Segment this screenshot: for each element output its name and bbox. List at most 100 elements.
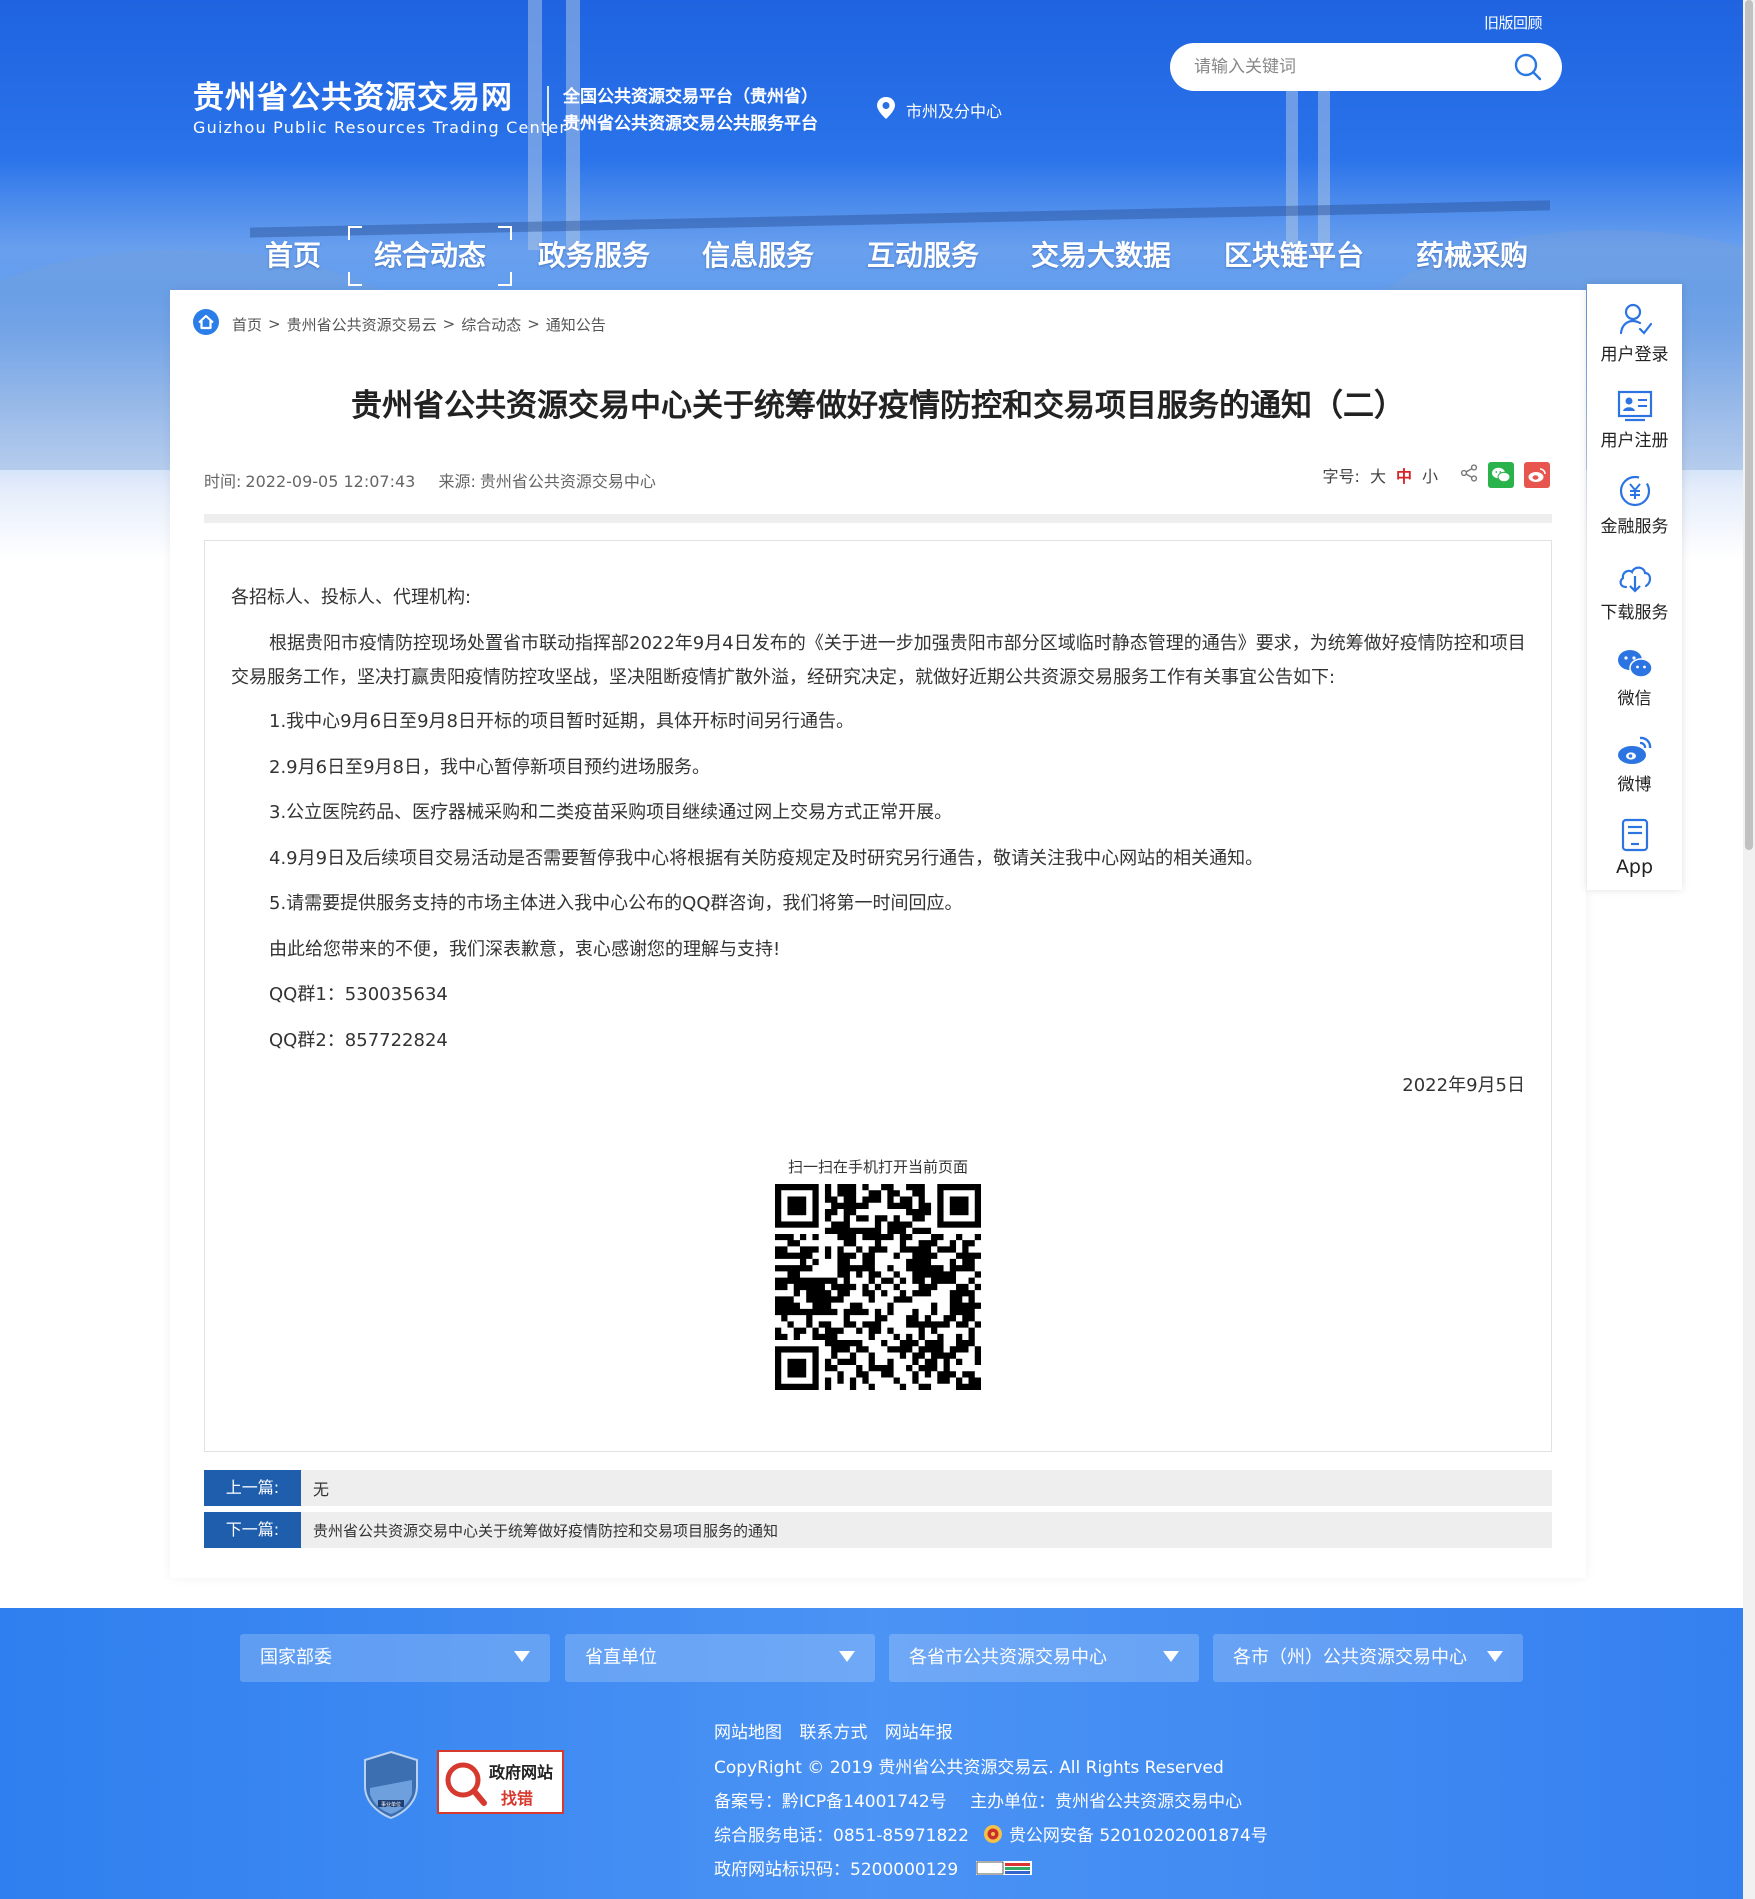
float-finance[interactable]: 金融服务 [1587,460,1682,546]
notice-item-1: 1.我中心9月6日至9月8日开标的项目暂时延期，具体开标时间另行通告。 [269,711,854,732]
prev-article-link[interactable]: 无 [313,1476,329,1500]
logo-divider [547,86,549,136]
wechat-icon [1587,642,1682,680]
dropdown-national-ministries[interactable]: 国家部委 [240,1634,550,1682]
float-app[interactable]: App [1587,804,1682,890]
footer-links: 网站地图 联系方式 网站年报 [714,1718,965,1743]
search-icon[interactable] [1508,47,1548,87]
footer-link-annual-report[interactable]: 网站年报 [885,1723,953,1743]
article-title: 贵州省公共资源交易中心关于统筹做好疫情防控和交易项目服务的通知（二） [351,388,1405,424]
wechat-share-icon[interactable] [1488,462,1514,488]
nav-big-data[interactable]: 交易大数据 [1031,230,1171,282]
share-icon[interactable] [1460,464,1478,486]
font-medium-button[interactable]: 中 [1396,463,1412,487]
next-article: 下一篇: 贵州省公共资源交易中心关于统筹做好疫情防控和交易项目服务的通知 [204,1512,1552,1548]
dropdown-arrow-icon [1487,1651,1503,1662]
phone-police-line: 综合服务电话：0851-85971822 贵公网安备 5201020200187… [714,1821,1268,1846]
breadcrumb-notices[interactable]: 通知公告 [546,314,606,335]
nav-blockchain[interactable]: 区块链平台 [1224,230,1364,282]
svg-text:事业单位: 事业单位 [381,1801,401,1808]
source-label: 来源: [438,472,476,491]
main-nav: 首页 综合动态 政务服务 信息服务 互动服务 交易大数据 区块链平台 药械采购 [0,226,1755,286]
font-size-tools: 字号: 大 中 小 [1323,462,1550,488]
footer: 国家部委 省直单位 各省市公共资源交易中心 各市（州）公共资源交易中心 事业单位… [0,1608,1755,1899]
platform-names: 全国公共资源交易平台（贵州省） 贵州省公共资源交易公共服务平台 [563,87,818,134]
font-large-button[interactable]: 大 [1370,463,1386,487]
float-wechat[interactable]: 微信 [1587,632,1682,718]
police-badge-icon [983,1824,1003,1844]
breadcrumb-cloud[interactable]: 贵州省公共资源交易云 [287,314,437,335]
scrollbar-thumb[interactable] [1745,0,1753,850]
gov-site-id: 政府网站标识码：5200000129 [714,1860,959,1880]
float-download[interactable]: 下载服务 [1587,546,1682,632]
time-label: 时间: [204,472,242,491]
float-weibo[interactable]: 微博 [1587,718,1682,804]
main-paragraph: 根据贵阳市疫情防控现场处置省市联动指挥部2022年9月4日发布的《关于进一步加强… [231,633,1526,688]
cnzz-stat-icon[interactable] [976,1860,1033,1876]
app-icon [1587,814,1682,852]
search-box [1170,43,1562,91]
breadcrumb-news[interactable]: 综合动态 [461,314,521,335]
salutation: 各招标人、投标人、代理机构: [231,587,472,608]
institution-badge[interactable]: 事业单位 [362,1750,420,1824]
nav-interactive[interactable]: 互动服务 [867,230,979,282]
home-icon[interactable] [192,308,220,340]
old-version-link[interactable]: 旧版回顾 [1484,12,1543,33]
notice-item-4: 4.9月9日及后续项目交易活动是否需要暂停我中心将根据有关防疫规定及时研究另行通… [269,847,1264,869]
qq-group-1: QQ群1：530035634 [269,984,448,1005]
nav-info-services[interactable]: 信息服务 [702,230,814,282]
qq-group-2: QQ群2：857722824 [269,1029,448,1051]
download-cloud-icon [1587,556,1682,594]
dropdown-provincial-units[interactable]: 省直单位 [565,1634,875,1682]
breadcrumb-home[interactable]: 首页 [232,314,262,335]
icp-host-line: 备案号：黔ICP备14001742号 主办单位：贵州省公共资源交易中心 [714,1787,1242,1812]
nav-home[interactable]: 首页 [265,230,321,282]
service-phone: 综合服务电话：0851-85971822 [714,1826,969,1846]
city-center-link[interactable]: 市州及分中心 [876,96,1002,124]
finance-icon [1587,470,1682,508]
nav-gov-services[interactable]: 政务服务 [538,230,650,282]
float-user-login[interactable]: 用户登录 [1587,288,1682,374]
floating-service-bar: 用户登录 用户注册 金融服务 下载服务 微信 微博 App [1587,284,1682,890]
copyright: CopyRight © 2019 贵州省公共资源交易云. All Rights … [714,1758,1224,1778]
gov-site-error-report-badge[interactable]: 政府网站 找错 [437,1750,564,1814]
font-size-label: 字号: [1322,467,1360,486]
article-body: 各招标人、投标人、代理机构: 根据贵阳市疫情防控现场处置省市联动指挥部2022年… [204,540,1552,1452]
user-login-icon [1587,298,1682,336]
notice-item-3: 3.公立医院药品、医疗器械采购和二类疫苗采购项目继续通过网上交易方式正常开展。 [269,802,953,823]
nav-news[interactable]: 综合动态 [347,226,513,286]
footer-link-sitemap[interactable]: 网站地图 [714,1723,782,1743]
nav-medical-procurement[interactable]: 药械采购 [1416,230,1528,282]
user-register-icon [1587,384,1682,422]
next-article-link[interactable]: 贵州省公共资源交易中心关于统筹做好疫情防控和交易项目服务的通知 [313,1520,778,1541]
dropdown-city-centers[interactable]: 各市（州）公共资源交易中心 [1213,1634,1523,1682]
logo-subtitle: Guizhou Public Resources Trading Center [193,118,568,137]
font-small-button[interactable]: 小 [1422,463,1438,487]
article-source: 贵州省公共资源交易中心 [479,472,656,491]
qr-label: 扫一扫在手机打开当前页面 [787,1158,968,1176]
article-date: 2022年9月5日 [1402,1075,1525,1096]
dropdown-provincial-centers[interactable]: 各省市公共资源交易中心 [889,1634,1199,1682]
logo-title: 贵州省公共资源交易网 [193,80,513,116]
police-record[interactable]: 贵公网安备 52010202001874号 [1009,1821,1268,1846]
float-user-register[interactable]: 用户注册 [1587,374,1682,460]
footer-link-contact[interactable]: 联系方式 [799,1723,867,1743]
scrollbar[interactable] [1743,0,1755,1899]
host-unit: 主办单位：贵州省公共资源交易中心 [970,1792,1243,1812]
breadcrumb: 首页 > 贵州省公共资源交易云 > 综合动态 > 通知公告 [192,308,606,340]
site-logo[interactable]: 贵州省公共资源交易网 Guizhou Public Resources Trad… [193,78,567,138]
gov-id-line: 政府网站标识码：5200000129 [714,1855,1033,1880]
publish-time: 2022-09-05 12:07:43 [245,472,416,491]
dropdown-arrow-icon [839,1651,855,1662]
apology-line: 由此给您带来的不便，我们深表歉意，衷心感谢您的理解与支持! [269,938,781,960]
search-input[interactable] [1192,46,1508,88]
prev-article: 上一篇: 无 [204,1470,1552,1506]
article-card: 首页 > 贵州省公共资源交易云 > 综合动态 > 通知公告 贵州省公共资源交易中… [170,290,1586,1578]
weibo-share-icon[interactable] [1524,462,1550,488]
icp-number[interactable]: 备案号：黔ICP备14001742号 [714,1792,947,1812]
location-pin-icon [876,96,896,124]
dropdown-arrow-icon [514,1651,530,1662]
next-label: 下一篇: [204,1512,301,1548]
meta-divider [204,514,1552,523]
notice-item-2: 2.9月6日至9月8日，我中心暂停新项目预约进场服务。 [269,756,710,778]
